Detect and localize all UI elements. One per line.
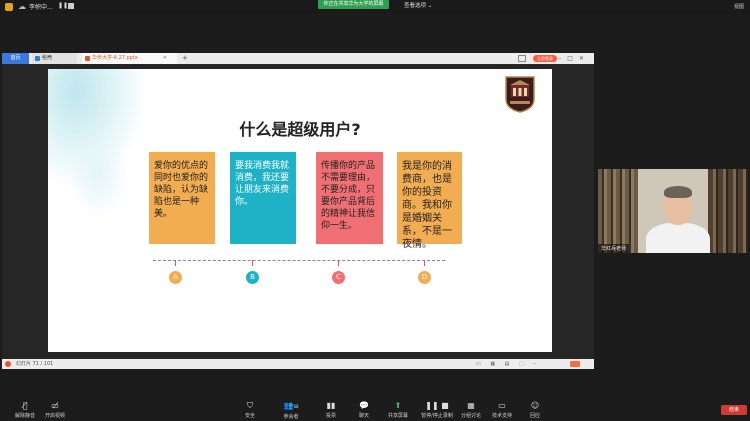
- slide-counter: 幻灯片 71 / 101: [16, 361, 54, 367]
- share-banner: 你正在共享华为大学的屏幕: [318, 0, 389, 9]
- start-video-button[interactable]: ▭̸ 开启视频: [30, 401, 80, 419]
- timeline-tick: [424, 260, 425, 266]
- stop-share-icon[interactable]: [68, 3, 74, 9]
- poll-label: 投票: [325, 413, 336, 419]
- chat-label: 聊天: [358, 413, 369, 419]
- security-icon[interactable]: [5, 3, 13, 11]
- reaction-icon: ☺: [530, 401, 540, 410]
- share-screen-label: 共享屏幕: [387, 413, 408, 419]
- participant-count: 68: [293, 404, 299, 409]
- video-icon: ▭̸: [51, 401, 59, 410]
- webcam-video-tile[interactable]: 华红兵老师: [598, 169, 748, 253]
- tab-document[interactable]: 华侨大学-6.27.pptx ✕: [82, 53, 177, 64]
- add-tab-icon[interactable]: +: [182, 53, 188, 64]
- marker-b: B: [246, 271, 259, 284]
- slide-title: 什么是超级用户?: [239, 120, 361, 139]
- card-b: 要我消费我就消费，我还要让朋友来消费你。: [230, 152, 296, 244]
- timeline-tick: [338, 260, 339, 266]
- login-button[interactable]: 立即登录: [533, 55, 557, 62]
- view-mode-controls[interactable]: ▭ ▦ ▤ ⬚ –: [476, 359, 540, 369]
- timeline-tick: [252, 260, 253, 266]
- tab-daoke[interactable]: 稻壳: [32, 53, 77, 64]
- marker-d: D: [418, 271, 431, 284]
- tab-document-label: 华侨大学-6.27.pptx: [92, 55, 138, 61]
- tab-daoke-label: 稻壳: [42, 55, 53, 61]
- wps-status-bar: 幻灯片 71 / 101 ▭ ▦ ▤ ⬚ –: [2, 359, 594, 369]
- wps-presentation-window: 首页 稻壳 华侨大学-6.27.pptx ✕ + 立即登录 –□✕ 什么是超级用…: [2, 53, 594, 369]
- support-label: 技术支持: [491, 413, 512, 419]
- wps-tab-bar: 首页 稻壳 华侨大学-6.27.pptx ✕ + 立即登录 –□✕: [2, 53, 594, 64]
- pptx-icon: [85, 56, 90, 61]
- view-options-button[interactable]: 查看选项 ⌄: [404, 1, 432, 9]
- play-slideshow-icon[interactable]: [570, 361, 580, 367]
- timeline-tick: [175, 260, 176, 266]
- card-a: 爱你的优点的同时也爱你的缺陷，认为缺陷也是一种美。: [149, 152, 215, 244]
- wps-logo-icon: [5, 361, 11, 367]
- card-c: 传播你的产品不需要理由，不要分成，只要你产品背后的精神让我信仰一生。: [316, 152, 383, 244]
- security-label: 安全: [244, 413, 255, 419]
- watercolor-decoration-2: [68, 129, 128, 219]
- speaker-hair: [664, 186, 692, 198]
- university-emblem-icon: [505, 76, 535, 113]
- participants-label: 参会者: [283, 414, 299, 420]
- window-menu-icon[interactable]: [518, 55, 526, 62]
- card-d: 我是你的消费商，也是你的投资商。我和你是婚姻关系，不是一夜情。: [397, 152, 462, 250]
- reaction-label: 回应: [529, 413, 540, 419]
- meeting-toolbar: 🎙̸ 解除静音 ▭̸ 开启视频 ⛉ 安全 👥68 参会者 ▮▮ 投票 💬 聊天 …: [0, 395, 750, 421]
- daoke-icon: [35, 56, 40, 61]
- close-tab-icon[interactable]: ✕: [163, 53, 167, 64]
- end-meeting-button[interactable]: 结束: [721, 405, 747, 415]
- marker-c: C: [332, 271, 345, 284]
- participant-name: 华红兵老师: [598, 244, 630, 253]
- slide: 什么是超级用户? 爱你的优点的同时也爱你的缺陷，认为缺陷也是一种美。 要我消费我…: [48, 69, 552, 352]
- settings-icon[interactable]: ☁: [18, 2, 26, 11]
- speaker-body: [646, 223, 710, 253]
- view-button[interactable]: 视图: [734, 3, 744, 10]
- meeting-title: 李帜中...: [29, 4, 53, 11]
- tab-home[interactable]: 首页: [2, 53, 29, 64]
- marker-a: A: [169, 271, 182, 284]
- window-controls[interactable]: –□✕: [558, 53, 590, 64]
- pause-share-icon[interactable]: ❚❚: [58, 2, 68, 9]
- start-video-label: 开启视频: [44, 413, 65, 419]
- slide-canvas: 什么是超级用户? 爱你的优点的同时也爱你的缺陷，认为缺陷也是一种美。 要我消费我…: [2, 64, 594, 359]
- timeline-line: [153, 260, 445, 261]
- reaction-button[interactable]: ☺ 回应: [510, 401, 560, 419]
- meeting-top-bar: ☁ 李帜中... ❚❚ 你正在共享华为大学的屏幕 查看选项 ⌄ 视图: [0, 0, 750, 14]
